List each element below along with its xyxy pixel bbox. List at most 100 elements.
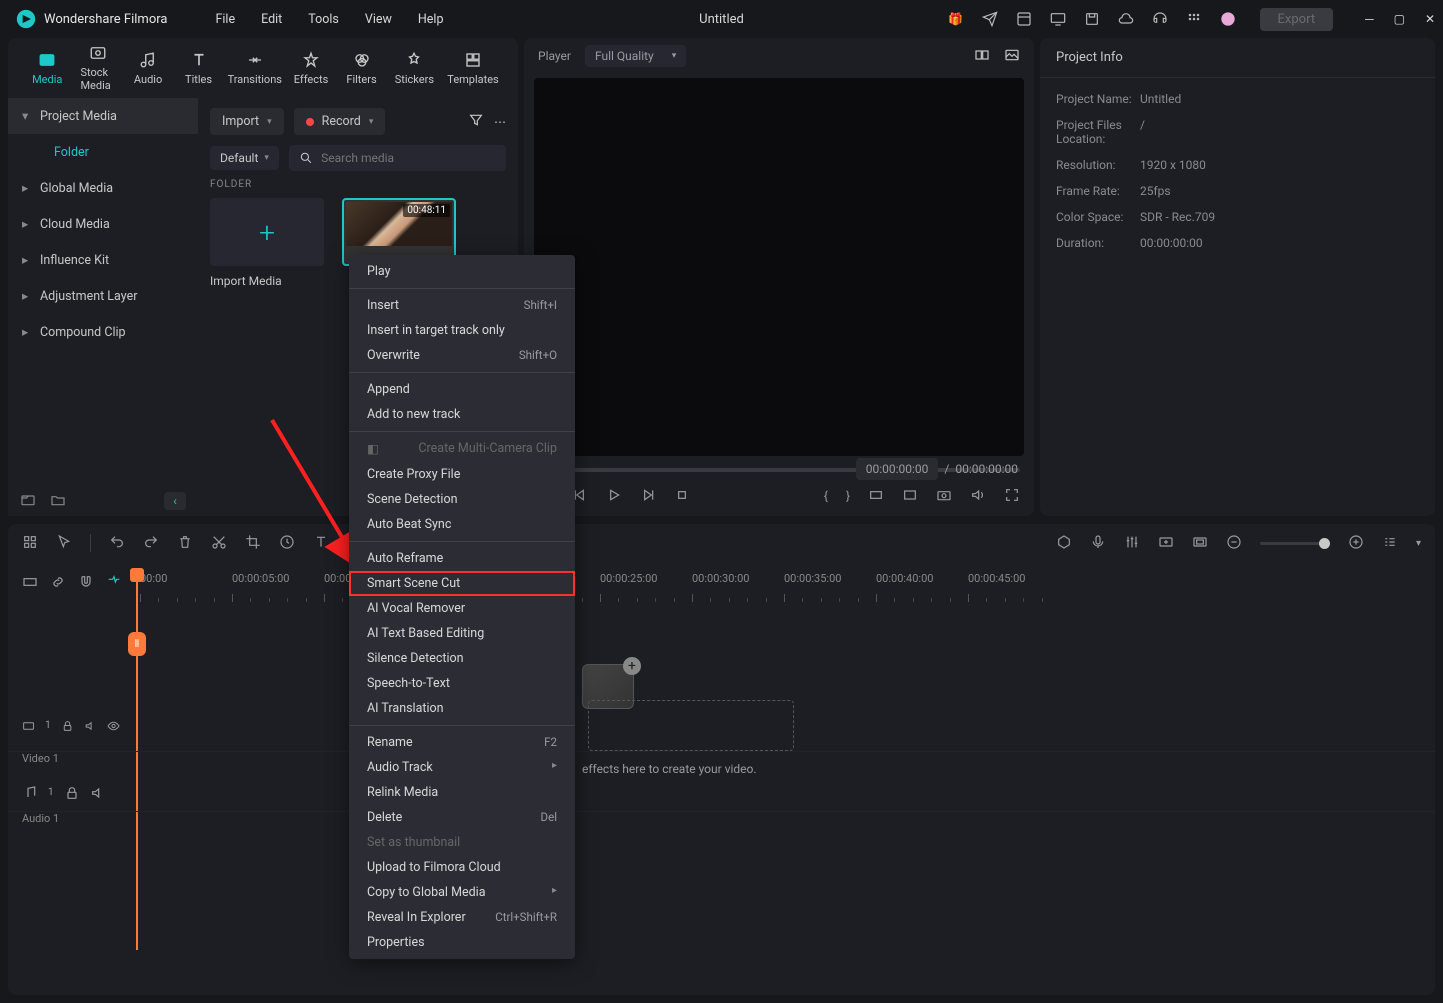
search-input[interactable] [321, 151, 496, 165]
ctx-audio-track[interactable]: Audio Track [349, 755, 575, 780]
mute-icon[interactable] [90, 785, 106, 801]
zoom-slider[interactable] [1260, 542, 1330, 545]
mic-icon[interactable] [1090, 534, 1106, 553]
play-icon[interactable] [606, 487, 622, 506]
tab-titles[interactable]: Titles [177, 49, 219, 88]
sidebar-folder[interactable]: Folder [8, 134, 198, 170]
mute-icon[interactable] [84, 718, 97, 734]
compare-view-icon[interactable] [974, 47, 990, 66]
monitor-icon[interactable] [1050, 11, 1066, 27]
add-track-icon[interactable] [1158, 534, 1174, 553]
marker-icon[interactable] [1056, 534, 1072, 553]
main-track-icon[interactable] [22, 574, 38, 593]
menu-file[interactable]: File [215, 12, 235, 27]
zoom-out-icon[interactable] [1226, 534, 1242, 553]
import-media-tile[interactable]: + [210, 198, 324, 266]
aspect-icon[interactable] [868, 487, 884, 506]
delete-icon[interactable] [177, 534, 193, 553]
tab-transitions[interactable]: Transitions [228, 49, 282, 88]
zoom-menu-icon[interactable]: ▾ [1416, 538, 1421, 549]
stop-button-icon[interactable] [674, 487, 690, 506]
snapshot-icon[interactable] [936, 487, 952, 506]
sort-dropdown[interactable]: Default▾ [210, 146, 279, 170]
ctx-properties[interactable]: Properties [349, 930, 575, 955]
ctx-add-to-new-track[interactable]: Add to new track [349, 402, 575, 427]
search-media[interactable] [289, 145, 506, 171]
ctx-append[interactable]: Append [349, 377, 575, 402]
close-button[interactable]: ✕ [1425, 12, 1435, 26]
redo-icon[interactable] [143, 534, 159, 553]
menu-edit[interactable]: Edit [261, 12, 282, 27]
ctx-rename[interactable]: RenameF2 [349, 730, 575, 755]
sidebar-cloud-media[interactable]: ▸Cloud Media [8, 206, 198, 242]
ctx-delete[interactable]: DeleteDel [349, 805, 575, 830]
ctx-relink-media[interactable]: Relink Media [349, 780, 575, 805]
mark-in-icon[interactable]: { [824, 489, 828, 503]
next-frame-icon[interactable] [640, 487, 656, 506]
ctx-auto-beat-sync[interactable]: Auto Beat Sync [349, 512, 575, 537]
video-track-body[interactable]: + effects here to create your video. [134, 700, 1435, 751]
quality-dropdown[interactable]: Full Quality▾ [585, 45, 686, 67]
ctx-overwrite[interactable]: OverwriteShift+O [349, 343, 575, 368]
ctx-ai-translation[interactable]: AI Translation [349, 696, 575, 721]
tab-audio[interactable]: Audio [127, 49, 169, 88]
cut-icon[interactable] [211, 534, 227, 553]
magnet-icon[interactable] [78, 574, 94, 593]
volume-icon[interactable] [970, 487, 986, 506]
menu-tools[interactable]: Tools [308, 12, 339, 27]
picture-icon[interactable] [1004, 47, 1020, 66]
minimize-button[interactable]: ─ [1365, 12, 1374, 26]
sidebar-compound-clip[interactable]: ▸Compound Clip [8, 314, 198, 350]
player-canvas[interactable] [534, 78, 1024, 456]
lock-icon[interactable] [61, 718, 74, 734]
tab-stock-media[interactable]: Stock Media [76, 42, 118, 94]
audio-track-body[interactable] [134, 774, 1435, 811]
sidebar-influence-kit[interactable]: ▸Influence Kit [8, 242, 198, 278]
tab-filters[interactable]: Filters [340, 49, 382, 88]
zoom-knob[interactable] [1319, 538, 1330, 549]
drop-zone[interactable] [588, 700, 794, 751]
crop-icon[interactable] [902, 487, 918, 506]
headset-icon[interactable] [1152, 11, 1168, 27]
tab-effects[interactable]: Effects [290, 49, 333, 88]
cloud-icon[interactable] [1118, 11, 1134, 27]
ctx-create-proxy-file[interactable]: Create Proxy File [349, 462, 575, 487]
ctx-auto-reframe[interactable]: Auto Reframe [349, 546, 575, 571]
ctx-reveal-in-explorer[interactable]: Reveal In ExplorerCtrl+Shift+R [349, 905, 575, 930]
lock-icon[interactable] [64, 785, 80, 801]
undo-icon[interactable] [109, 534, 125, 553]
ctx-silence-detection[interactable]: Silence Detection [349, 646, 575, 671]
record-button[interactable]: Record▾ [294, 108, 386, 135]
maximize-button[interactable]: ▢ [1394, 12, 1405, 26]
send-icon[interactable] [982, 11, 998, 27]
fullscreen-icon[interactable] [1004, 487, 1020, 506]
tab-stickers[interactable]: Stickers [391, 49, 438, 88]
mixer-icon[interactable] [1124, 534, 1140, 553]
save-icon[interactable] [1084, 11, 1100, 27]
playhead-marker[interactable] [130, 568, 144, 582]
link-icon[interactable] [50, 574, 66, 593]
zoom-fit-icon[interactable] [1382, 534, 1398, 553]
ctx-ai-text-based-editing[interactable]: AI Text Based Editing [349, 621, 575, 646]
avatar-icon[interactable] [1220, 11, 1236, 27]
visibility-icon[interactable] [107, 718, 120, 734]
more-icon[interactable]: ⋯ [494, 115, 506, 129]
menu-view[interactable]: View [365, 12, 392, 27]
import-button[interactable]: Import▾ [210, 108, 284, 135]
folder-icon[interactable] [50, 492, 66, 511]
new-folder-icon[interactable] [20, 492, 36, 511]
speed-icon[interactable] [279, 534, 295, 553]
auto-ripple-icon[interactable] [106, 574, 122, 593]
export-button[interactable]: Export [1260, 8, 1334, 31]
ctx-play[interactable]: Play [349, 259, 575, 284]
sidebar-global-media[interactable]: ▸Global Media [8, 170, 198, 206]
tab-templates[interactable]: Templates [446, 49, 500, 88]
menu-help[interactable]: Help [418, 12, 444, 27]
ctx-smart-scene-cut[interactable]: Smart Scene Cut [349, 571, 575, 596]
tab-media[interactable]: Media [26, 49, 68, 88]
ctx-scene-detection[interactable]: Scene Detection [349, 487, 575, 512]
gift-icon[interactable]: 🎁 [948, 11, 964, 27]
layout-icon[interactable] [1016, 11, 1032, 27]
ctx-copy-to-global-media[interactable]: Copy to Global Media [349, 880, 575, 905]
timeline-ruler[interactable]: 00:0000:00:05:0000:00:10:0000:00:15:0000… [134, 572, 1427, 606]
